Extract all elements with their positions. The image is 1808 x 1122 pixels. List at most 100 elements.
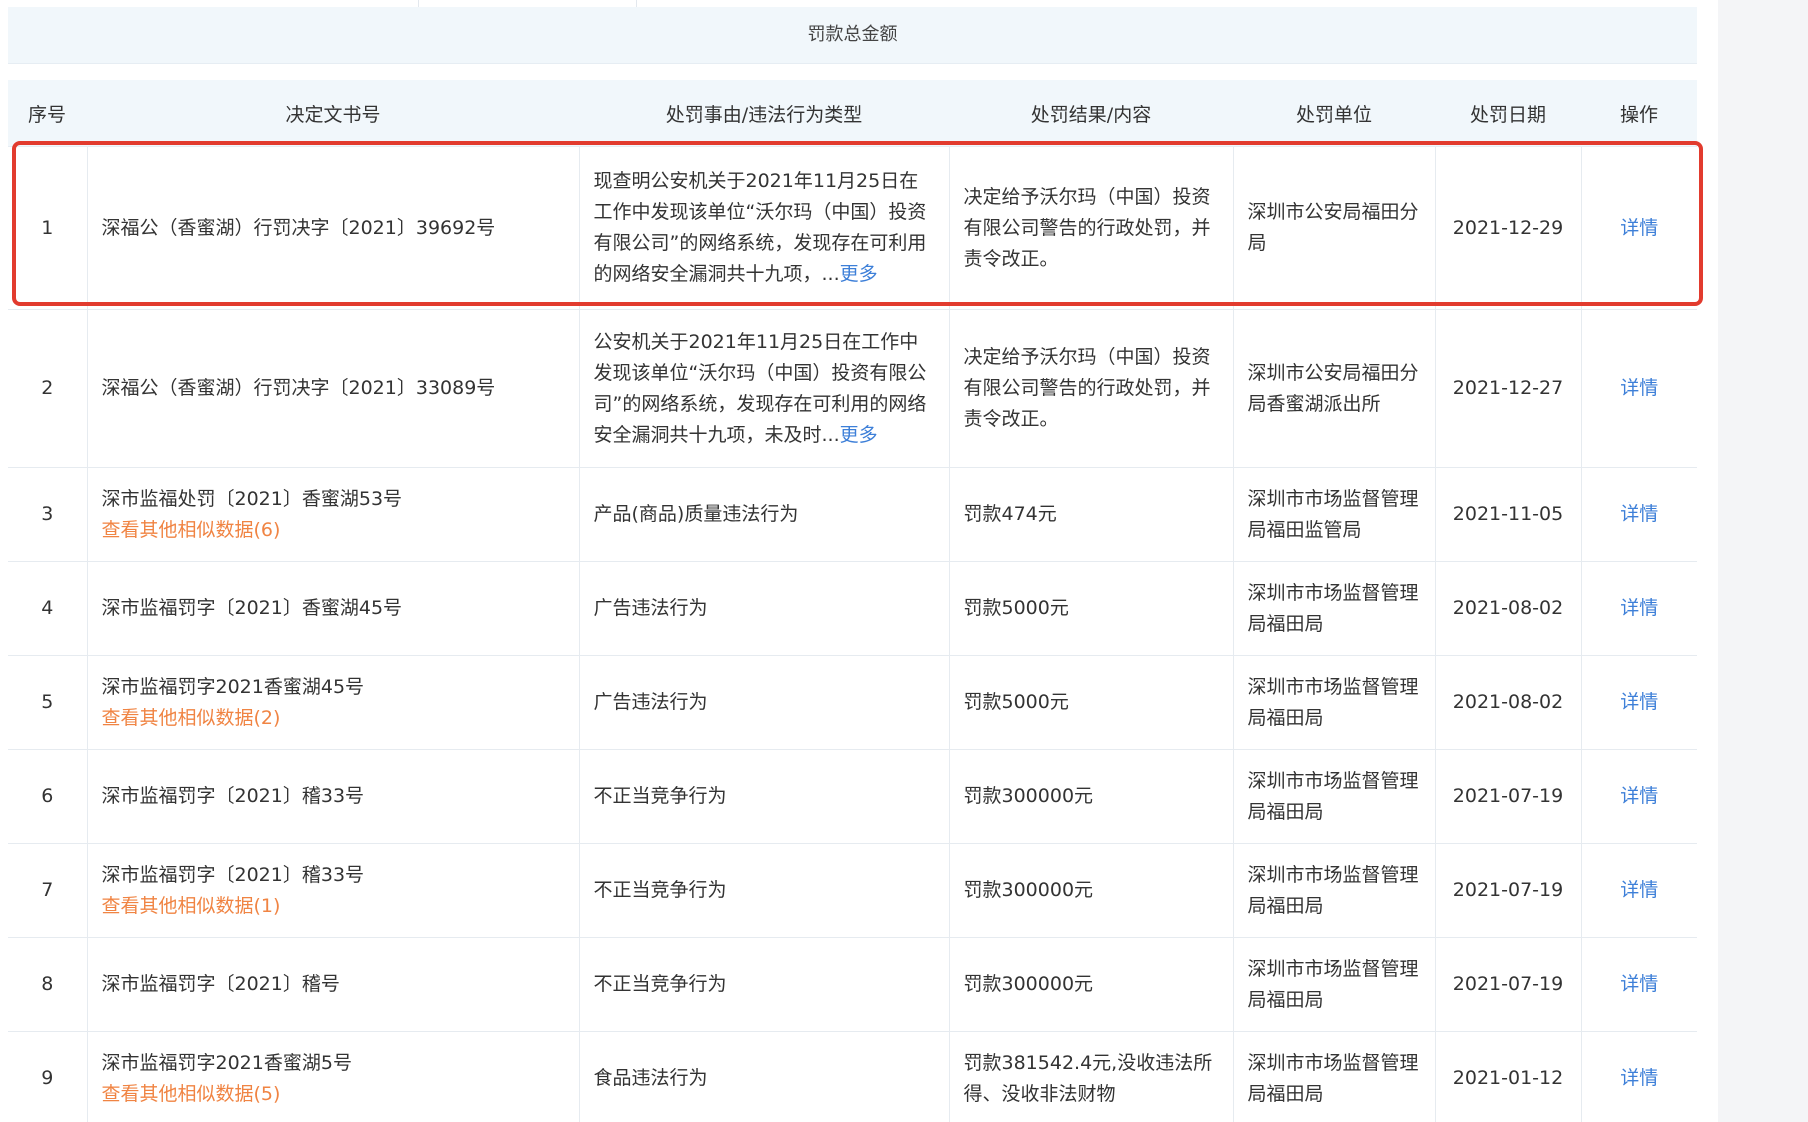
row-result: 罚款5000元 [949, 655, 1234, 750]
row-reason: 不正当竞争行为 [579, 749, 950, 844]
row-unit: 深圳市公安局福田分局香蜜湖派出所 [1233, 309, 1436, 468]
fine-total-label: 罚款总金额 [807, 24, 898, 45]
row-index: 8 [8, 937, 88, 1032]
row-doc-no-cell: 深市监福罚字〔2021〕稽号 [87, 937, 580, 1032]
details-link[interactable]: 详情 [1620, 217, 1658, 239]
row-action-cell: 详情 [1581, 561, 1697, 656]
row-date: 2021-08-02 [1435, 561, 1582, 656]
details-link[interactable]: 详情 [1620, 1067, 1658, 1089]
row-doc-no: 深福公（香蜜湖）行罚决字〔2021〕39692号 [101, 216, 496, 239]
similar-data-link[interactable]: 查看其他相似数据(2) [102, 703, 565, 734]
row-doc-no-cell: 深市监福处罚〔2021〕香蜜湖53号 查看其他相似数据(6) [87, 467, 580, 562]
right-gutter [1718, 0, 1808, 1122]
row-doc-no: 深市监福罚字2021香蜜湖45号 [101, 675, 365, 698]
fine-total-bar: 罚款总金额 [8, 7, 1697, 64]
row-doc-no: 深市监福罚字〔2021〕稽33号 [101, 863, 365, 886]
table-row: 7 深市监福罚字〔2021〕稽33号 查看其他相似数据(1) 不正当竞争行为 罚… [8, 843, 1697, 938]
row-index: 4 [8, 561, 88, 656]
row-reason-cell: 公安机关于2021年11月25日在工作中发现该单位“沃尔玛（中国）投资有限公司”… [579, 309, 950, 468]
row-doc-no: 深市监福罚字〔2021〕稽号 [101, 973, 340, 995]
row-action-cell: 详情 [1581, 749, 1697, 844]
row-unit: 深圳市市场监督管理局福田局 [1233, 749, 1436, 844]
details-link[interactable]: 详情 [1620, 785, 1658, 807]
row-reason: 广告违法行为 [579, 655, 950, 750]
header-index: 序号 [8, 80, 87, 147]
row-unit: 深圳市市场监督管理局福田局 [1233, 1031, 1436, 1122]
table-row: 4 深市监福罚字〔2021〕香蜜湖45号 广告违法行为 罚款5000元 深圳市市… [8, 561, 1697, 656]
row-action-cell: 详情 [1581, 309, 1697, 468]
row-doc-no-cell: 深市监福罚字〔2021〕稽33号 [87, 749, 580, 844]
table-row: 1 深福公（香蜜湖）行罚决字〔2021〕39692号 现查明公安机关于2021年… [8, 146, 1697, 310]
details-link[interactable]: 详情 [1620, 879, 1658, 901]
row-reason: 食品违法行为 [579, 1031, 950, 1122]
row-doc-no: 深市监福处罚〔2021〕香蜜湖53号 [101, 487, 403, 510]
row-index: 7 [8, 843, 88, 938]
details-link[interactable]: 详情 [1620, 973, 1658, 995]
details-link[interactable]: 详情 [1620, 597, 1658, 619]
row-reason: 产品(商品)质量违法行为 [579, 467, 950, 562]
header-action: 操作 [1581, 80, 1697, 147]
tab-divider [418, 0, 419, 7]
row-result: 罚款300000元 [949, 843, 1234, 938]
row-action-cell: 详情 [1581, 146, 1697, 310]
row-reason: 不正当竞争行为 [579, 843, 950, 938]
row-index: 2 [8, 309, 88, 468]
row-doc-no: 深市监福罚字〔2021〕稽33号 [101, 785, 365, 807]
row-reason: 广告违法行为 [579, 561, 950, 656]
row-doc-no-cell: 深市监福罚字〔2021〕香蜜湖45号 [87, 561, 580, 656]
table-row: 5 深市监福罚字2021香蜜湖45号 查看其他相似数据(2) 广告违法行为 罚款… [8, 655, 1697, 750]
table-row: 3 深市监福处罚〔2021〕香蜜湖53号 查看其他相似数据(6) 产品(商品)质… [8, 467, 1697, 562]
row-date: 2021-01-12 [1435, 1031, 1582, 1122]
row-date: 2021-11-05 [1435, 467, 1582, 562]
more-link[interactable]: 更多 [840, 263, 878, 285]
table-row: 2 深福公（香蜜湖）行罚决字〔2021〕33089号 公安机关于2021年11月… [8, 309, 1697, 468]
row-reason-cell: 现查明公安机关于2021年11月25日在工作中发现该单位“沃尔玛（中国）投资有限… [579, 146, 950, 310]
row-unit: 深圳市市场监督管理局福田局 [1233, 561, 1436, 656]
row-action-cell: 详情 [1581, 937, 1697, 1032]
similar-data-link[interactable]: 查看其他相似数据(1) [102, 891, 565, 922]
header-doc-no: 决定文书号 [87, 80, 579, 147]
table-header-row: 序号 决定文书号 处罚事由/违法行为类型 处罚结果/内容 处罚单位 处罚日期 操… [8, 80, 1697, 147]
row-index: 5 [8, 655, 88, 750]
header-date: 处罚日期 [1435, 80, 1581, 147]
row-action-cell: 详情 [1581, 843, 1697, 938]
row-doc-no-cell: 深福公（香蜜湖）行罚决字〔2021〕39692号 [87, 146, 580, 310]
table-row: 6 深市监福罚字〔2021〕稽33号 不正当竞争行为 罚款300000元 深圳市… [8, 749, 1697, 844]
details-link[interactable]: 详情 [1620, 377, 1658, 399]
row-doc-no-cell: 深市监福罚字〔2021〕稽33号 查看其他相似数据(1) [87, 843, 580, 938]
penalty-table: 序号 决定文书号 处罚事由/违法行为类型 处罚结果/内容 处罚单位 处罚日期 操… [8, 80, 1697, 1122]
row-result: 决定给予沃尔玛（中国）投资有限公司警告的行政处罚，并责令改正。 [949, 146, 1234, 310]
table-row: 8 深市监福罚字〔2021〕稽号 不正当竞争行为 罚款300000元 深圳市市场… [8, 937, 1697, 1032]
row-date: 2021-07-19 [1435, 937, 1582, 1032]
row-result: 罚款474元 [949, 467, 1234, 562]
row-index: 9 [8, 1031, 88, 1122]
row-index: 3 [8, 467, 88, 562]
row-date: 2021-07-19 [1435, 749, 1582, 844]
details-link[interactable]: 详情 [1620, 503, 1658, 525]
row-doc-no-cell: 深市监福罚字2021香蜜湖5号 查看其他相似数据(5) [87, 1031, 580, 1122]
row-doc-no: 深市监福罚字〔2021〕香蜜湖45号 [101, 597, 403, 619]
row-doc-no: 深福公（香蜜湖）行罚决字〔2021〕33089号 [101, 377, 496, 399]
similar-data-link[interactable]: 查看其他相似数据(6) [102, 515, 565, 546]
row-unit: 深圳市市场监督管理局福田监管局 [1233, 467, 1436, 562]
table-row: 9 深市监福罚字2021香蜜湖5号 查看其他相似数据(5) 食品违法行为 罚款3… [8, 1031, 1697, 1122]
row-reason-ellipsis: ... [821, 263, 840, 285]
row-doc-no-cell: 深福公（香蜜湖）行罚决字〔2021〕33089号 [87, 309, 580, 468]
header-reason: 处罚事由/违法行为类型 [579, 80, 949, 147]
row-date: 2021-07-19 [1435, 843, 1582, 938]
details-link[interactable]: 详情 [1620, 691, 1658, 713]
row-action-cell: 详情 [1581, 467, 1697, 562]
row-unit: 深圳市公安局福田分局 [1233, 146, 1436, 310]
row-result: 罚款300000元 [949, 937, 1234, 1032]
row-unit: 深圳市市场监督管理局福田局 [1233, 937, 1436, 1032]
header-unit: 处罚单位 [1233, 80, 1435, 147]
row-result: 罚款381542.4元,没收违法所得、没收非法财物 [949, 1031, 1234, 1122]
row-unit: 深圳市市场监督管理局福田局 [1233, 655, 1436, 750]
page: 罚款总金额 序号 决定文书号 处罚事由/违法行为类型 处罚结果/内容 处罚单位 … [0, 0, 1808, 1122]
similar-data-link[interactable]: 查看其他相似数据(5) [102, 1079, 565, 1110]
row-index: 1 [8, 146, 88, 310]
row-doc-no-cell: 深市监福罚字2021香蜜湖45号 查看其他相似数据(2) [87, 655, 580, 750]
header-result: 处罚结果/内容 [949, 80, 1233, 147]
more-link[interactable]: 更多 [840, 424, 878, 446]
row-index: 6 [8, 749, 88, 844]
